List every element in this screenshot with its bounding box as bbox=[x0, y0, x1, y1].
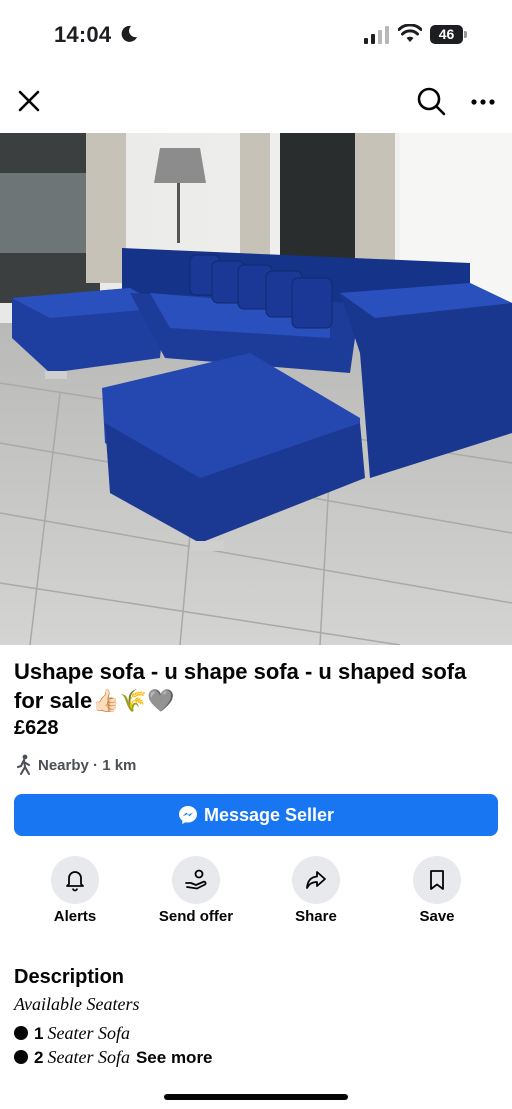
save-circle bbox=[413, 856, 461, 904]
message-seller-button[interactable]: Message Seller bbox=[14, 794, 498, 836]
wifi-icon bbox=[398, 24, 422, 42]
actions-row: Alerts Send offer Share Save bbox=[0, 856, 512, 932]
share-circle bbox=[292, 856, 340, 904]
share-icon bbox=[306, 871, 326, 889]
description-item-number: 2 bbox=[34, 1048, 44, 1067]
moon-icon bbox=[121, 25, 137, 42]
send-offer-circle bbox=[172, 856, 220, 904]
description-item-text: Seater Sofa bbox=[47, 1047, 130, 1067]
alerts-circle bbox=[51, 856, 99, 904]
share-label: Share bbox=[295, 908, 337, 925]
listing-photo[interactable] bbox=[0, 133, 512, 645]
listing-price: £628 bbox=[14, 717, 59, 739]
bullet-icon bbox=[14, 1050, 28, 1064]
alerts-label: Alerts bbox=[53, 908, 97, 925]
send-offer-label: Send offer bbox=[158, 908, 234, 925]
message-seller-content: Message Seller bbox=[14, 794, 498, 836]
battery-level: 46 bbox=[430, 25, 463, 44]
share-action[interactable]: Share bbox=[256, 856, 376, 932]
search-icon[interactable] bbox=[416, 86, 446, 116]
description-line: Available Seaters bbox=[14, 994, 140, 1014]
battery-indicator: 46 bbox=[430, 25, 468, 44]
save-label: Save bbox=[419, 908, 455, 925]
bookmark-icon bbox=[430, 870, 444, 890]
save-action[interactable]: Save bbox=[377, 856, 497, 932]
close-icon[interactable] bbox=[16, 88, 42, 114]
description-heading: Description bbox=[14, 966, 125, 988]
description-item: 1 Seater Sofa bbox=[14, 1023, 130, 1044]
listing-title: Ushape sofa - u shape sofa - u shaped so… bbox=[14, 659, 467, 713]
see-more-link[interactable]: See more bbox=[136, 1048, 213, 1067]
bell-icon bbox=[66, 871, 84, 892]
alerts-action[interactable]: Alerts bbox=[15, 856, 135, 932]
messenger-icon bbox=[178, 806, 197, 824]
message-seller-label: Message Seller bbox=[203, 804, 335, 825]
status-time: 14:04 bbox=[54, 22, 112, 47]
sofa-photo-illustration bbox=[0, 133, 512, 645]
battery-tip bbox=[464, 31, 467, 38]
status-bar: 14:04 46 bbox=[0, 0, 512, 70]
walking-person-icon bbox=[17, 754, 30, 775]
description-item-number: 1 bbox=[34, 1024, 44, 1043]
location-text: Nearby · 1 km bbox=[38, 757, 137, 774]
description-item: 2 Seater Sofa See more bbox=[14, 1047, 213, 1068]
description-item-text: Seater Sofa bbox=[47, 1023, 130, 1043]
top-nav bbox=[0, 78, 512, 124]
signal-icon bbox=[364, 26, 389, 44]
home-indicator[interactable] bbox=[164, 1094, 348, 1100]
more-options-icon[interactable] bbox=[470, 92, 496, 112]
offer-icon bbox=[185, 869, 207, 890]
bullet-icon bbox=[14, 1026, 28, 1040]
send-offer-action[interactable]: Send offer bbox=[136, 856, 256, 932]
